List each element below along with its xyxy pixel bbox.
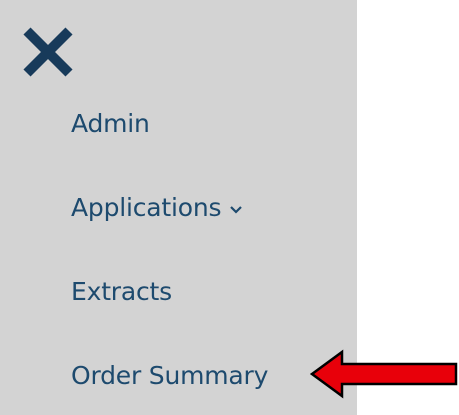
menu-item-label: Admin <box>71 109 150 138</box>
menu-item-applications[interactable]: Applications <box>71 193 243 224</box>
red-arrow-left-icon <box>309 349 458 399</box>
menu-item-order-summary[interactable]: Order Summary <box>71 361 268 391</box>
navigation-menu: Admin Applications Extracts Order Summar… <box>0 0 357 415</box>
menu-item-label: Extracts <box>71 277 172 306</box>
menu-item-label: Applications <box>71 193 222 222</box>
menu-item-admin[interactable]: Admin <box>71 109 150 139</box>
menu-item-label: Order Summary <box>71 361 269 390</box>
chevron-down-icon <box>229 192 243 222</box>
menu-item-extracts[interactable]: Extracts <box>71 277 172 307</box>
close-icon[interactable] <box>20 24 76 80</box>
